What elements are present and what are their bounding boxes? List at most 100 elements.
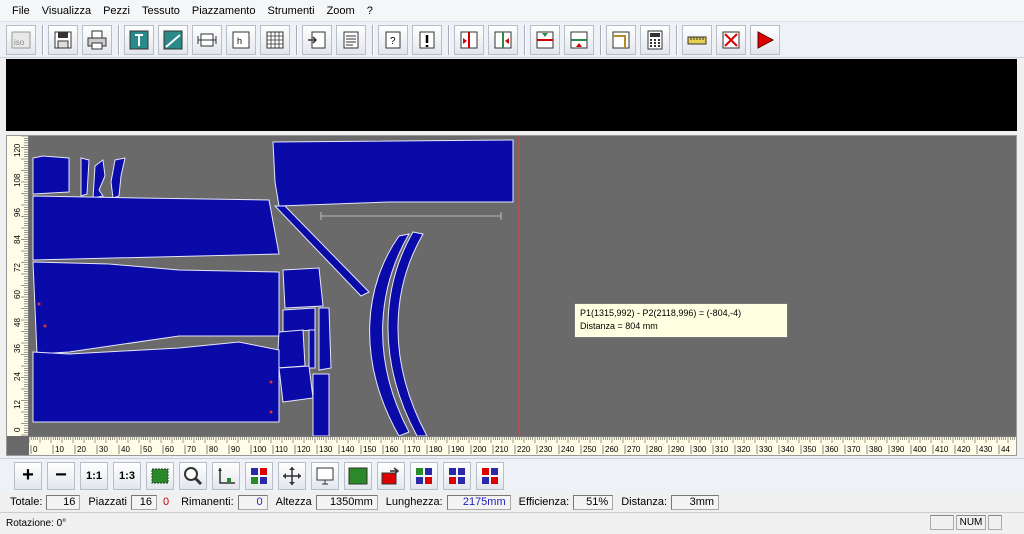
hruler-label: 140 — [341, 445, 355, 454]
print-button[interactable] — [82, 24, 112, 55]
hruler-label: 90 — [231, 445, 240, 454]
svg-text:?: ? — [390, 36, 396, 47]
pattern-piece[interactable] — [32, 341, 280, 423]
rotation-status: Rotazione: 0° — [6, 518, 67, 529]
efficienza-value: 51% — [573, 494, 614, 510]
print-icon — [87, 30, 107, 49]
pattern-piece[interactable] — [312, 373, 330, 437]
flip-right-button[interactable] — [488, 24, 518, 55]
alert-icon — [419, 31, 435, 48]
move-button[interactable] — [278, 461, 306, 490]
vruler-label: 120 — [13, 143, 22, 157]
menu-zoom[interactable]: Zoom — [321, 5, 361, 17]
pattern-piece[interactable] — [318, 307, 332, 371]
pattern-piece[interactable] — [272, 139, 514, 207]
menu-strumenti[interactable]: Strumenti — [261, 5, 320, 17]
pattern-piece[interactable] — [276, 329, 306, 369]
pattern-piece[interactable] — [282, 307, 316, 333]
width-button[interactable] — [192, 24, 222, 55]
marker-canvas[interactable]: P1(1315,992) - P2(2118,996) = (-804,-4) … — [29, 136, 1016, 437]
play-button[interactable] — [750, 24, 780, 55]
grid-button[interactable] — [260, 24, 290, 55]
hruler-label: 360 — [825, 445, 839, 454]
diagonal-icon — [163, 30, 183, 49]
move-down-icon — [536, 31, 554, 48]
toolbar-separator — [118, 24, 120, 55]
layout-a-button[interactable] — [410, 461, 438, 490]
zoom-out-button[interactable]: − — [47, 461, 75, 490]
zoom-in-button[interactable]: + — [14, 461, 42, 490]
pattern-piece[interactable] — [110, 157, 126, 199]
help-button[interactable]: ? — [378, 24, 408, 55]
zoom-1-1-label: 1:1 — [86, 469, 102, 482]
menu-visualizza[interactable]: Visualizza — [36, 5, 97, 17]
hruler-label: 40 — [121, 445, 130, 454]
totale-label: Totale: — [10, 496, 43, 508]
move-down-button[interactable] — [530, 24, 560, 55]
tooltip-distance: Distanza = 804 mm — [580, 321, 658, 331]
zoom-window-button[interactable] — [179, 461, 207, 490]
fill-button[interactable] — [344, 461, 372, 490]
pattern-piece[interactable] — [32, 155, 70, 195]
menu-piazzamento[interactable]: Piazzamento — [186, 5, 262, 17]
layout-b-button[interactable] — [443, 461, 471, 490]
pattern-piece[interactable] — [32, 195, 280, 261]
axis-button[interactable] — [212, 461, 240, 490]
menu-help[interactable]: ? — [361, 5, 379, 17]
iso-icon: iso — [11, 31, 31, 48]
save-button[interactable] — [48, 24, 78, 55]
pattern-piece[interactable] — [80, 157, 90, 197]
hruler-label: 260 — [605, 445, 619, 454]
hruler-label: 0 — [33, 445, 38, 454]
lunghezza-value: 2175mm — [446, 494, 511, 510]
ruler-button[interactable] — [682, 24, 712, 55]
rimanenti-label: Rimanenti: — [181, 496, 234, 508]
fit-button[interactable] — [146, 461, 174, 490]
pattern-piece[interactable] — [308, 329, 316, 369]
distanza-value: 3mm — [671, 494, 720, 510]
pieces-button[interactable] — [245, 461, 273, 490]
zoom-1-1-button[interactable]: 1:1 — [80, 461, 108, 490]
pattern-piece[interactable] — [282, 267, 324, 309]
layout-c-button[interactable] — [476, 461, 504, 490]
calculator-button[interactable] — [640, 24, 670, 55]
hruler-label: 410 — [935, 445, 949, 454]
diagonal-button[interactable] — [158, 24, 188, 55]
menu-pezzi[interactable]: Pezzi — [97, 5, 136, 17]
marker-layout[interactable] — [29, 136, 1016, 437]
cut-button[interactable] — [124, 24, 154, 55]
hruler-label: 430 — [979, 445, 993, 454]
vruler-label: 60 — [13, 290, 22, 299]
pattern-piece[interactable] — [32, 261, 280, 355]
flip-left-button[interactable] — [454, 24, 484, 55]
corner-button[interactable] — [606, 24, 636, 55]
toolbar-separator — [676, 24, 678, 55]
corner-icon — [612, 31, 630, 48]
cut-icon — [129, 30, 149, 49]
vruler-label: 108 — [13, 173, 22, 187]
pattern-piece[interactable] — [278, 365, 314, 403]
hruler-label: 20 — [77, 445, 86, 454]
height-button[interactable]: h — [226, 24, 256, 55]
hruler-label: 170 — [407, 445, 421, 454]
hruler-label: 70 — [187, 445, 196, 454]
hruler-label: 320 — [737, 445, 751, 454]
hruler-label: 380 — [869, 445, 883, 454]
move-up-button[interactable] — [564, 24, 594, 55]
play-icon — [757, 30, 775, 49]
vertical-ruler: 120 108 96 84 72 60 48 36 24 12 0 — [7, 136, 29, 436]
document-button[interactable] — [336, 24, 366, 55]
menu-tessuto[interactable]: Tessuto — [136, 5, 186, 17]
alert-button[interactable] — [412, 24, 442, 55]
toolbar-separator — [296, 24, 298, 55]
export-button[interactable] — [377, 461, 405, 490]
monitor-button[interactable] — [311, 461, 339, 490]
insert-button[interactable] — [302, 24, 332, 55]
pattern-piece[interactable] — [92, 159, 106, 199]
iso-button[interactable]: iso — [6, 24, 36, 55]
hruler-label: 400 — [913, 445, 927, 454]
close-button[interactable] — [716, 24, 746, 55]
zoom-1-3-button[interactable]: 1:3 — [113, 461, 141, 490]
menu-file[interactable]: File — [6, 5, 36, 17]
vruler-label: 48 — [13, 318, 22, 327]
